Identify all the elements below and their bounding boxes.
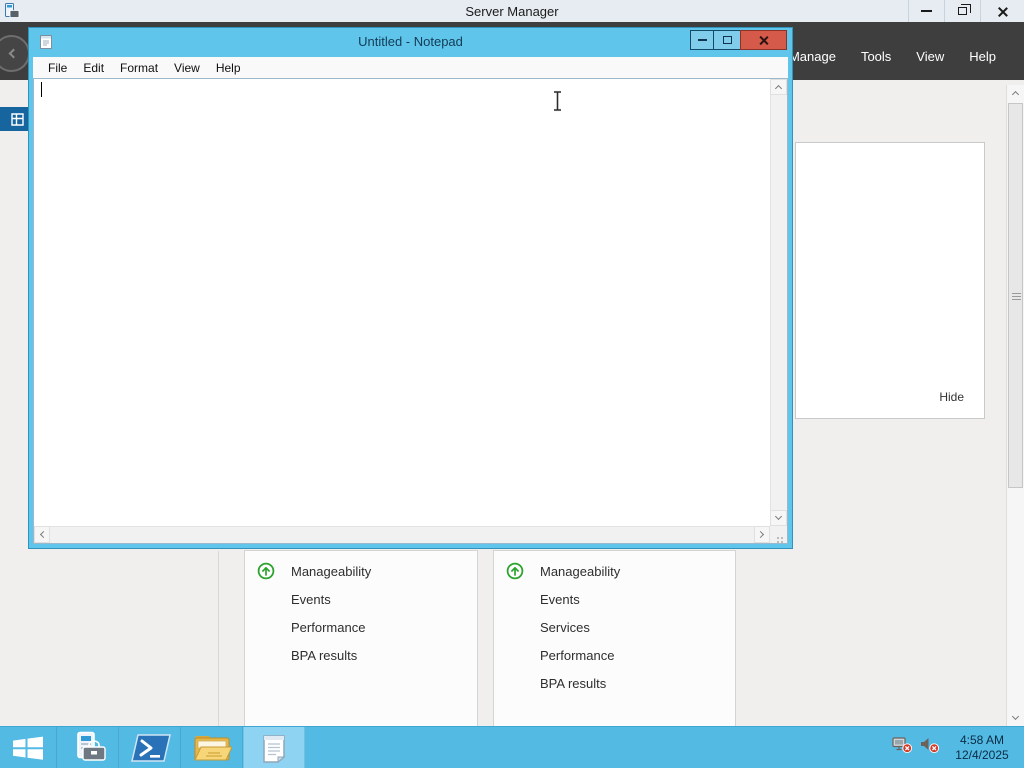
back-arrow-icon <box>8 48 18 59</box>
tile-row: BPA results <box>245 641 477 669</box>
notepad-maximize-button[interactable] <box>713 30 741 50</box>
server-manager-titlebar: Server Manager <box>0 0 1024 22</box>
server-manager-window-title: Server Manager <box>465 3 559 19</box>
tray-network-icon[interactable] <box>892 736 913 759</box>
sidebar-item-dashboard[interactable] <box>0 107 28 131</box>
tile2-events-link[interactable]: Events <box>540 592 580 607</box>
file-explorer-icon <box>193 735 232 760</box>
chevron-down-icon <box>774 512 783 521</box>
tile-row: Performance <box>494 641 735 669</box>
desktop: Server Manager Manage Tools View Help Hi… <box>0 0 1024 768</box>
notepad-icon <box>263 734 286 763</box>
start-button[interactable] <box>0 727 57 768</box>
taskbar-powershell-button[interactable] <box>119 727 181 768</box>
tile2-services-link[interactable]: Services <box>540 620 590 635</box>
tray-time: 4:58 AM <box>959 732 1005 747</box>
notepad-close-button[interactable] <box>740 30 787 50</box>
chevron-left-icon <box>39 530 48 539</box>
status-up-icon <box>257 562 275 580</box>
taskbar-server-manager-button[interactable] <box>57 727 119 768</box>
np-scroll-down-button[interactable] <box>770 510 787 526</box>
menu-tools[interactable]: Tools <box>861 49 891 64</box>
minimize-icon <box>921 10 932 12</box>
chevron-up-icon <box>774 84 783 93</box>
windows-logo-icon <box>13 736 43 760</box>
restore-icon <box>958 4 971 15</box>
taskbar: 4:58 AM 12/4/2025 <box>0 726 1024 768</box>
notepad-window: Untitled - Notepad File Edit Format View… <box>28 27 793 549</box>
scroll-up-button[interactable] <box>1007 85 1024 101</box>
scrollbar-thumb[interactable] <box>1008 103 1023 488</box>
np-scroll-left-button[interactable] <box>34 526 50 543</box>
tray-date: 12/4/2025 <box>955 747 1009 762</box>
chevron-down-icon <box>1011 712 1020 721</box>
sm-close-button[interactable] <box>980 0 1024 22</box>
server-manager-window-controls <box>908 0 1024 22</box>
notepad-text-area[interactable] <box>33 78 788 544</box>
tray-volume-icon[interactable] <box>919 736 940 759</box>
np-scroll-up-button[interactable] <box>770 79 787 95</box>
server-manager-icon <box>76 731 106 761</box>
powershell-icon <box>130 733 171 762</box>
notepad-vertical-scrollbar[interactable] <box>770 79 787 526</box>
sm-vertical-scrollbar[interactable] <box>1006 85 1024 726</box>
minimize-icon <box>697 39 707 41</box>
resize-grip[interactable] <box>770 526 787 543</box>
chevron-right-icon <box>756 530 765 539</box>
menu-help[interactable]: Help <box>969 49 996 64</box>
tile-row: Events <box>494 585 735 613</box>
content-divider <box>218 551 219 726</box>
scroll-down-button[interactable] <box>1007 710 1024 726</box>
tile1-bpa-link[interactable]: BPA results <box>291 648 357 663</box>
tile-row: Performance <box>245 613 477 641</box>
tile-row: BPA results <box>494 669 735 697</box>
notepad-menu-format[interactable]: Format <box>112 61 166 75</box>
sm-minimize-button[interactable] <box>908 0 944 22</box>
server-manager-menubar: Manage Tools View Help <box>789 22 996 80</box>
thumb-grip-icon <box>1012 295 1021 297</box>
notepad-horizontal-scrollbar[interactable] <box>34 526 770 543</box>
tile2-performance-link[interactable]: Performance <box>540 648 614 663</box>
maximize-icon <box>722 36 732 44</box>
menu-view[interactable]: View <box>916 49 944 64</box>
tile-header-row: Manageability <box>494 557 735 585</box>
notepad-menu-help[interactable]: Help <box>208 61 249 75</box>
taskbar-file-explorer-button[interactable] <box>181 727 243 768</box>
tile1-performance-link[interactable]: Performance <box>291 620 365 635</box>
tile-row: Services <box>494 613 735 641</box>
notepad-menu-view[interactable]: View <box>166 61 208 75</box>
notepad-menu-edit[interactable]: Edit <box>75 61 112 75</box>
notepad-window-title: Untitled - Notepad <box>358 34 463 49</box>
status-up-icon <box>506 562 524 580</box>
taskbar-notepad-button[interactable] <box>243 727 305 768</box>
detail-panel: Hide <box>795 142 985 419</box>
tile1-manageability-link[interactable]: Manageability <box>291 564 371 579</box>
dashboard-icon <box>11 112 24 126</box>
tile1-events-link[interactable]: Events <box>291 592 331 607</box>
notepad-minimize-button[interactable] <box>690 30 714 50</box>
close-icon <box>997 6 1008 17</box>
status-tile-all-servers: Manageability Events Services Performanc… <box>493 550 736 726</box>
tile-header-row: Manageability <box>245 557 477 585</box>
tile2-manageability-link[interactable]: Manageability <box>540 564 620 579</box>
np-scroll-right-button[interactable] <box>754 526 770 543</box>
chevron-up-icon <box>1011 90 1020 99</box>
system-tray: 4:58 AM 12/4/2025 <box>892 727 1018 768</box>
tray-clock[interactable]: 4:58 AM 12/4/2025 <box>946 733 1018 763</box>
hide-button[interactable]: Hide <box>939 390 964 404</box>
notepad-menu-file[interactable]: File <box>40 61 75 75</box>
tile-row: Events <box>245 585 477 613</box>
status-tile-local-server: Manageability Events Performance BPA res… <box>244 550 478 726</box>
close-icon <box>759 35 769 45</box>
menu-manage[interactable]: Manage <box>789 49 836 64</box>
tile2-bpa-link[interactable]: BPA results <box>540 676 606 691</box>
text-caret <box>41 82 42 97</box>
notepad-menubar: File Edit Format View Help <box>33 57 788 78</box>
sm-restore-button[interactable] <box>944 0 980 22</box>
back-button[interactable] <box>0 35 30 72</box>
